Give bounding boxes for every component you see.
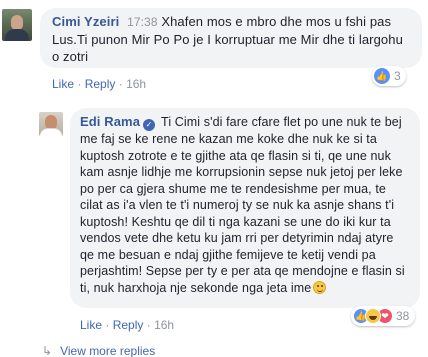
- action-separator: ·: [146, 318, 151, 332]
- comment-body: Cimi Yzeiri 17:38 Xhafen mos e mbro dhe …: [52, 13, 410, 65]
- avatar-face: [11, 15, 23, 30]
- reply-author[interactable]: Edi Rama: [80, 114, 140, 129]
- comment-age[interactable]: 16h: [126, 77, 146, 91]
- avatar-shirt: [5, 29, 29, 41]
- reply-text: Ti Cimi s'di fare cfare flet po une nuk …: [80, 115, 405, 295]
- like-icon: 👍: [374, 68, 390, 84]
- comment-reactions[interactable]: 👍 3: [372, 66, 406, 86]
- reaction-icons: 👍 ❤: [353, 308, 393, 324]
- reply-reactions[interactable]: 👍 ❤ 38: [351, 306, 416, 326]
- comment-time[interactable]: 17:38: [127, 15, 158, 29]
- reply-arrow-icon: ↳: [42, 344, 53, 357]
- comment-bubble: Cimi Yzeiri 17:38 Xhafen mos e mbro dhe …: [40, 8, 422, 68]
- like-link[interactable]: Like: [80, 318, 102, 332]
- comment-actions: Like · Reply · 16h: [52, 77, 146, 91]
- view-more-replies[interactable]: ↳ View more replies: [42, 344, 155, 357]
- reply-link[interactable]: Reply: [85, 77, 116, 91]
- action-separator: ·: [118, 77, 123, 91]
- action-separator: ·: [77, 77, 82, 91]
- reply-actions: Like · Reply · 16h: [80, 318, 174, 332]
- reply-avatar[interactable]: [39, 112, 63, 136]
- action-separator: ·: [105, 318, 110, 332]
- grinning-emoji-icon: [313, 280, 327, 294]
- reaction-count: 3: [394, 69, 401, 83]
- commenter-avatar[interactable]: [2, 9, 32, 41]
- reply-bubble: Edi Rama ✓ Ti Cimi s'di fare cfare flet po…: [70, 108, 420, 308]
- verified-check-icon: ✓: [143, 119, 156, 131]
- reply-age[interactable]: 16h: [154, 318, 174, 332]
- avatar-shirt: [40, 128, 62, 136]
- haha-icon: [365, 308, 381, 324]
- reaction-count: 38: [396, 309, 410, 323]
- reply-link[interactable]: Reply: [113, 318, 144, 332]
- view-more-label[interactable]: View more replies: [60, 344, 155, 357]
- like-link[interactable]: Like: [52, 77, 74, 91]
- comment-author[interactable]: Cimi Yzeiri: [52, 14, 119, 29]
- reply-body: Edi Rama ✓ Ti Cimi s'di fare cfare flet po…: [80, 114, 411, 296]
